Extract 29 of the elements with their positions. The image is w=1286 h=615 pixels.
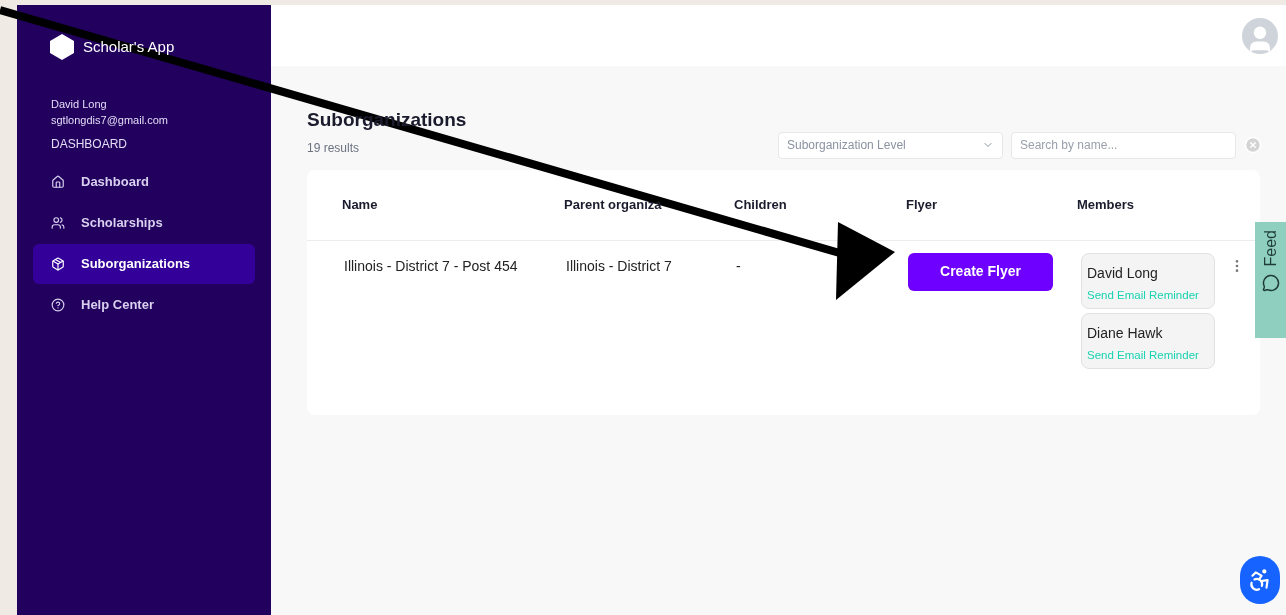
- sidebar-item[interactable]: Help Center: [33, 285, 255, 325]
- sidebar-item[interactable]: Suborganizations: [33, 244, 255, 284]
- feedback-tab[interactable]: Feed: [1255, 222, 1286, 338]
- member-name: David Long: [1087, 263, 1159, 283]
- column-header: Children: [734, 196, 787, 212]
- results-count: 19 results: [307, 139, 361, 157]
- table-cell: -: [736, 257, 741, 274]
- column-header: Parent organiza: [564, 196, 662, 212]
- home-icon: [51, 175, 65, 189]
- box-icon: [51, 257, 65, 271]
- accessibility-button[interactable]: [1240, 556, 1280, 604]
- logo-icon: [49, 33, 75, 61]
- column-header: Flyer: [906, 196, 938, 212]
- help-icon: [51, 298, 65, 312]
- column-header: Members: [1077, 196, 1135, 212]
- user-email: sgtlongdis7@gmail.com: [51, 113, 169, 128]
- column-header: Name: [342, 196, 378, 212]
- sidebar-item[interactable]: Scholarships: [33, 203, 255, 243]
- chat-icon: [1261, 274, 1280, 293]
- app-logo-text: Scholar's App: [83, 36, 175, 57]
- users-icon: [51, 216, 65, 230]
- sidebar-item[interactable]: Dashboard: [33, 162, 255, 202]
- table-cell: Illinois - District 7 - Post 454: [344, 257, 518, 274]
- search-field[interactable]: Search by name...: [1011, 131, 1236, 159]
- section-label: DASHBOARD: [51, 136, 128, 152]
- create-flyer-button[interactable]: Create Flyer: [908, 252, 1053, 291]
- table-cell: Illinois - District 7: [566, 257, 672, 274]
- user-name: David Long: [51, 97, 108, 112]
- member-name: Diane Hawk: [1087, 323, 1164, 343]
